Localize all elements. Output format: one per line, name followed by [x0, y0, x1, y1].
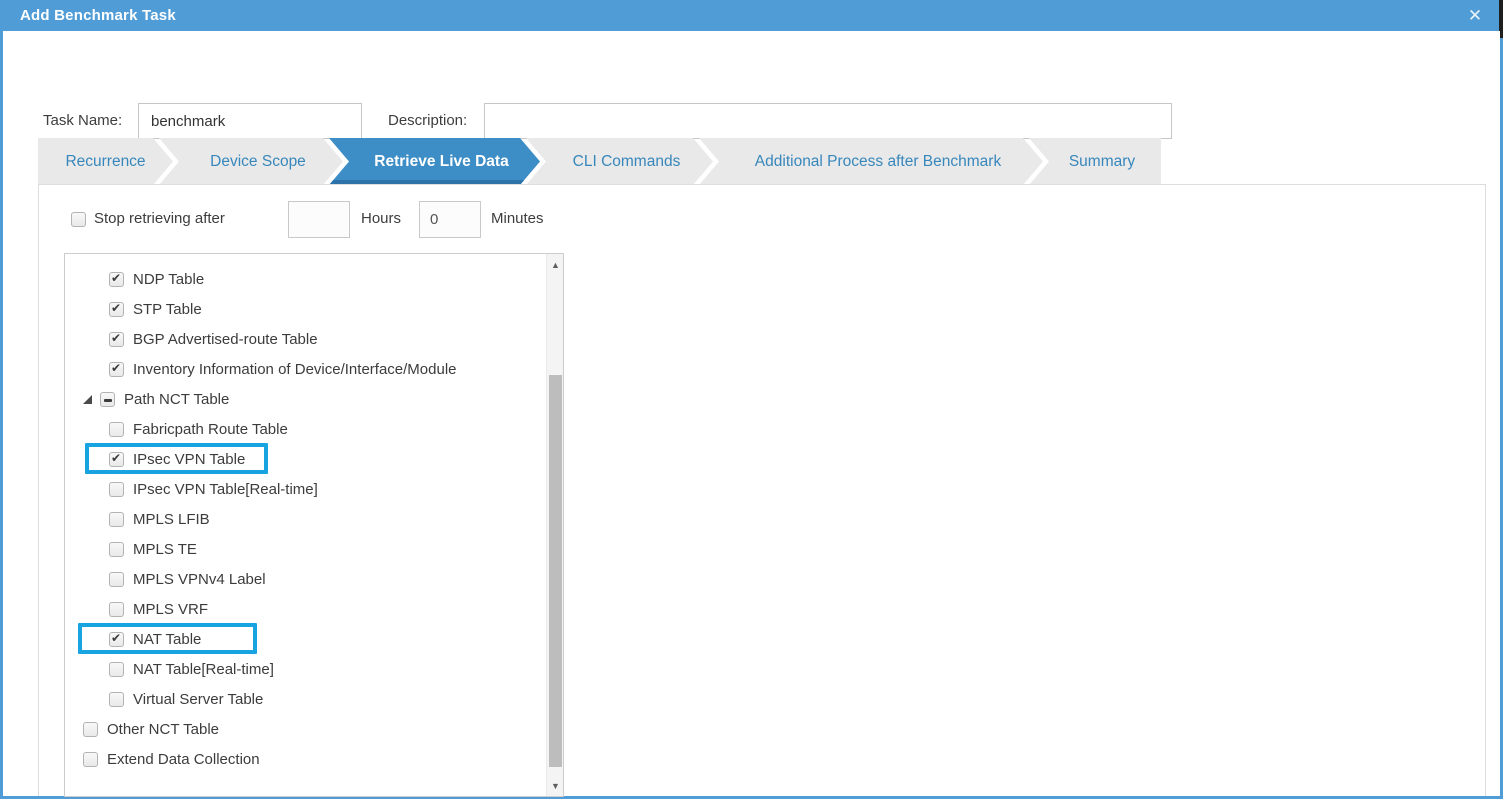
tree-row-virtual-server-table[interactable]: ✔ Virtual Server Table — [65, 684, 546, 714]
tree-item-label: Inventory Information of Device/Interfac… — [133, 360, 457, 378]
tab-recurrence[interactable]: Recurrence — [38, 138, 173, 185]
hours-label: Hours — [361, 210, 402, 227]
tree-row-nat-table[interactable]: ✔ NAT Table — [65, 624, 546, 654]
tree-item-checkbox[interactable]: ✔ — [109, 361, 124, 377]
tree-row-inventory-information-of-device-interface-module[interactable]: ✔ Inventory Information of Device/Interf… — [65, 354, 546, 384]
description-input[interactable] — [484, 103, 1172, 139]
tree-item-label: NAT Table[Real-time] — [133, 660, 274, 678]
dialog-title: Add Benchmark Task — [20, 7, 176, 24]
tree-item-checkbox[interactable]: ✔ — [109, 331, 124, 347]
scroll-up-icon[interactable]: ▲ — [547, 256, 563, 273]
tree-item-label: Extend Data Collection — [107, 750, 260, 768]
dialog-titlebar: Add Benchmark Task ✕ — [3, 0, 1503, 38]
retrieve-live-data-panel: ✔ Stop retrieving after Hours Minutes ✔ … — [38, 184, 1486, 797]
tree-item-checkbox[interactable]: ✔ — [109, 481, 124, 497]
tree-row-ipsec-vpn-table[interactable]: ✔ IPsec VPN Table — [65, 444, 546, 474]
tree-item-checkbox[interactable]: ✔ — [109, 631, 124, 647]
minutes-input[interactable] — [419, 201, 481, 238]
tree-item-checkbox[interactable]: ✔ — [109, 691, 124, 707]
stop-retrieving-label: Stop retrieving after — [94, 210, 225, 227]
data-table-tree: ✔ NDP Table ✔ STP Table ✔ BGP Advertised… — [64, 253, 564, 797]
tree-row-extend-data-collection[interactable]: ✔ Extend Data Collection — [65, 744, 546, 774]
tree-item-checkbox[interactable]: ✔ — [109, 511, 124, 527]
tree-item-checkbox[interactable]: ✔ — [100, 391, 115, 407]
tree-item-label: Other NCT Table — [107, 720, 219, 738]
tree-item-checkbox[interactable]: ✔ — [109, 301, 124, 317]
tree-row-bgp-advertised-route-table[interactable]: ✔ BGP Advertised-route Table — [65, 324, 546, 354]
stop-retrieving-row: ✔ Stop retrieving after Hours Minutes — [71, 201, 771, 238]
tree-row-other-nct-table[interactable]: ✔ Other NCT Table — [65, 714, 546, 744]
tree-item-checkbox[interactable]: ✔ — [109, 451, 124, 467]
tree-row-mpls-te[interactable]: ✔ MPLS TE — [65, 534, 546, 564]
tree-row-mpls-vpnv4-label[interactable]: ✔ MPLS VPNv4 Label — [65, 564, 546, 594]
tree-item-label: NDP Table — [133, 270, 205, 288]
hours-input[interactable] — [288, 201, 350, 238]
tree-row-stp-table[interactable]: ✔ STP Table — [65, 294, 546, 324]
tree-item-label: IPsec VPN Table[Real-time] — [133, 480, 318, 498]
task-name-label: Task Name: — [43, 112, 123, 129]
tree-item-label: NAT Table — [133, 630, 202, 648]
tree-item-label: Virtual Server Table — [133, 690, 264, 708]
tree-item-checkbox[interactable]: ✔ — [109, 271, 124, 287]
tree-item-label: MPLS TE — [133, 540, 197, 558]
expand-collapse-icon[interactable] — [83, 394, 92, 404]
add-benchmark-task-dialog: Add Benchmark Task ✕ Task Name: Descript… — [0, 0, 1503, 799]
tree-row-mpls-vrf[interactable]: ✔ MPLS VRF — [65, 594, 546, 624]
tree-item-label: STP Table — [133, 300, 202, 318]
tree-item-checkbox[interactable]: ✔ — [109, 541, 124, 557]
tree-item-checkbox[interactable]: ✔ — [109, 601, 124, 617]
tab-summary[interactable]: Summary — [1029, 138, 1161, 185]
tab-cli-commands[interactable]: CLI Commands — [526, 138, 713, 185]
tree-row-nat-table-real-time-[interactable]: ✔ NAT Table[Real-time] — [65, 654, 546, 684]
tree-item-label: MPLS VRF — [133, 600, 209, 618]
task-form-row: Task Name: Description: — [3, 31, 1500, 139]
tree-item-checkbox[interactable]: ✔ — [109, 661, 124, 677]
tree-scrollbar[interactable]: ▲ ▼ — [546, 254, 563, 796]
tree-row-ipsec-vpn-table-real-time-[interactable]: ✔ IPsec VPN Table[Real-time] — [65, 474, 546, 504]
task-name-input[interactable] — [138, 103, 362, 139]
tree-item-checkbox[interactable]: ✔ — [83, 751, 98, 767]
close-icon[interactable]: ✕ — [1463, 0, 1487, 31]
tree-item-label: MPLS LFIB — [133, 510, 210, 528]
tree-rows: ✔ NDP Table ✔ STP Table ✔ BGP Advertised… — [65, 264, 546, 774]
tree-item-label: BGP Advertised-route Table — [133, 330, 318, 348]
scrollbar-thumb[interactable] — [549, 375, 562, 767]
scroll-down-icon[interactable]: ▼ — [547, 777, 563, 794]
tab-retrieve-live-data[interactable]: Retrieve Live Data — [329, 138, 540, 185]
tree-item-label: IPsec VPN Table — [133, 450, 246, 468]
tree-row-path-nct-table[interactable]: ✔ Path NCT Table — [65, 384, 546, 414]
tree-row-ndp-table[interactable]: ✔ NDP Table — [65, 264, 546, 294]
tree-item-label: Path NCT Table — [124, 390, 230, 408]
tree-item-checkbox[interactable]: ✔ — [109, 571, 124, 587]
tab-additional-process-after-benchmark[interactable]: Additional Process after Benchmark — [699, 138, 1043, 185]
tree-row-fabricpath-route-table[interactable]: ✔ Fabricpath Route Table — [65, 414, 546, 444]
tree-item-label: Fabricpath Route Table — [133, 420, 288, 438]
tree-row-mpls-lfib[interactable]: ✔ MPLS LFIB — [65, 504, 546, 534]
tree-item-checkbox[interactable]: ✔ — [83, 721, 98, 737]
minutes-label: Minutes — [491, 210, 544, 227]
tree-item-label: MPLS VPNv4 Label — [133, 570, 266, 588]
wizard-tabstrip: Recurrence Device Scope Retrieve Live Data… — [38, 138, 1161, 185]
description-label: Description: — [388, 112, 468, 129]
tab-device-scope[interactable]: Device Scope — [159, 138, 343, 185]
stop-retrieving-checkbox[interactable]: ✔ — [71, 212, 86, 227]
tree-item-checkbox[interactable]: ✔ — [109, 421, 124, 437]
